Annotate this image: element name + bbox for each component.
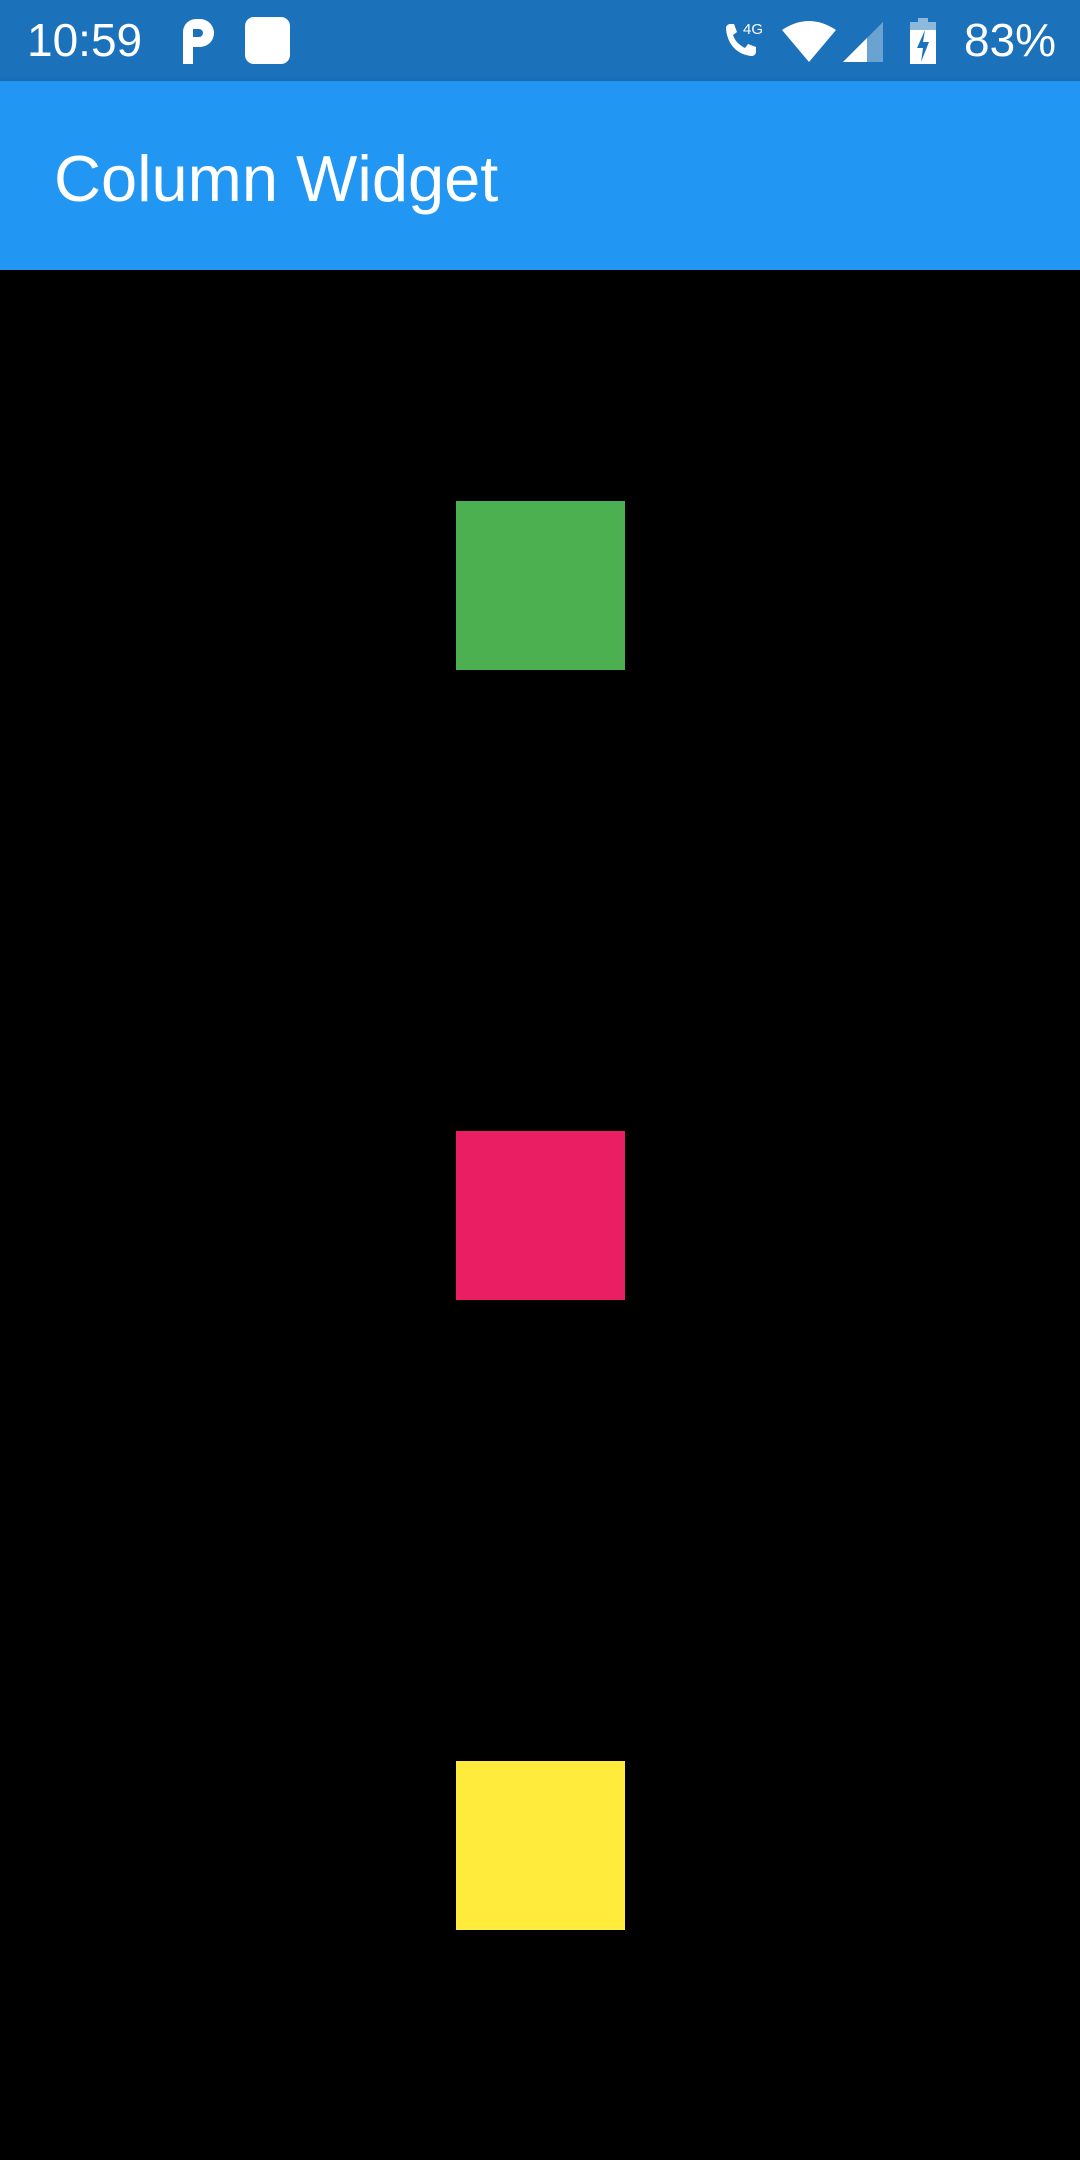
network-type-label: 4G <box>743 21 763 38</box>
column-body <box>0 270 1080 2160</box>
p-icon <box>180 18 216 64</box>
battery-charging-icon <box>910 18 936 64</box>
yellow-box <box>455 1760 625 1930</box>
square-notification-icon <box>245 17 290 64</box>
green-box <box>455 500 625 670</box>
pink-box <box>455 1130 625 1300</box>
status-time: 10:59 <box>27 14 143 66</box>
status-bar: 10:59 4G 83% <box>0 0 1080 81</box>
call-4g-icon: 4G <box>722 18 766 64</box>
battery-percent: 83% <box>964 14 1057 66</box>
cell-signal-icon <box>843 20 885 62</box>
wifi-icon <box>782 20 836 62</box>
app-title: Column Widget <box>54 142 499 215</box>
app-bar: Column Widget <box>0 81 1080 270</box>
